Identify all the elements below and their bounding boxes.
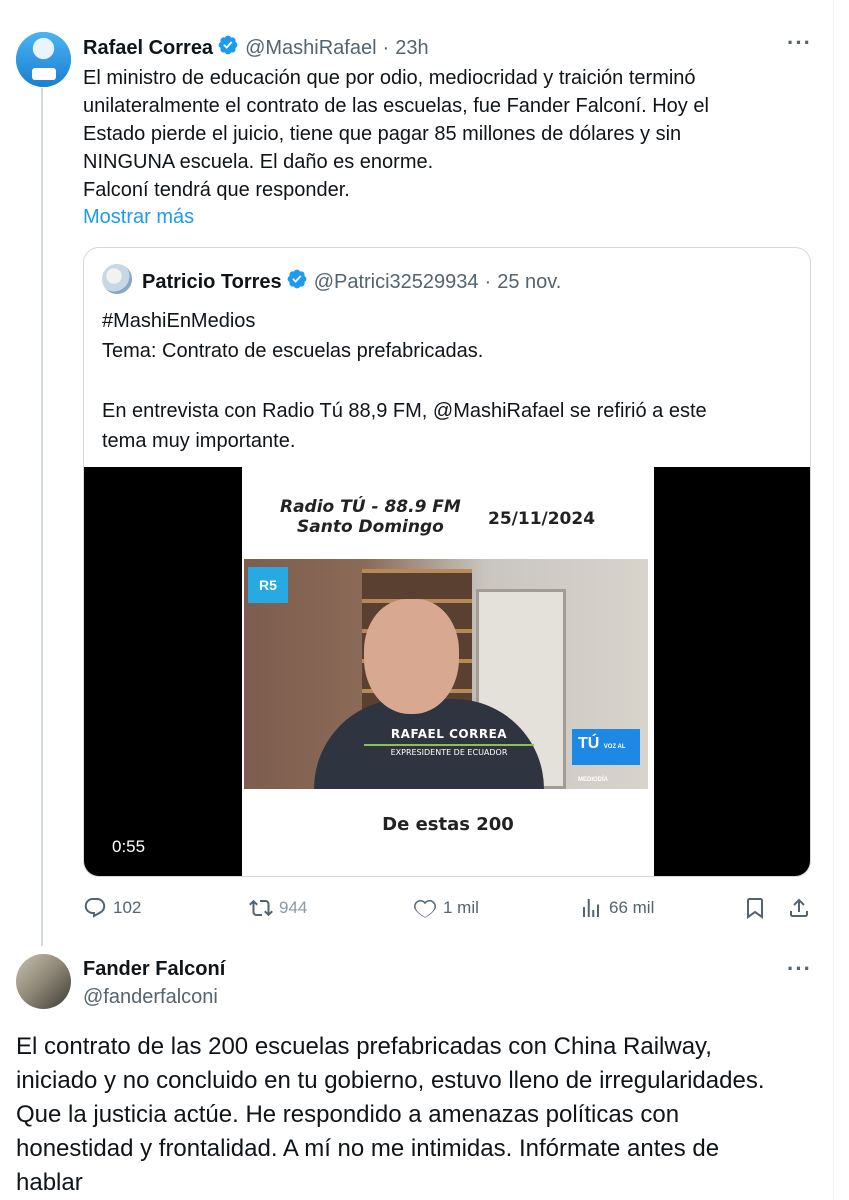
- repost-icon: [249, 899, 273, 917]
- repost-count: 944: [279, 898, 308, 917]
- verified-badge-icon: [286, 268, 308, 296]
- reply-count: 102: [113, 898, 142, 917]
- avatar[interactable]: [16, 32, 71, 87]
- avatar-badge: [32, 68, 56, 80]
- video-player[interactable]: Radio TÚ - 88.9 FM Santo Domingo 25/11/2…: [84, 467, 810, 876]
- thread-connector-line: [41, 88, 43, 946]
- quoted-tweet-text: #MashiEnMedios Tema: Contrato de escuela…: [102, 310, 707, 452]
- more-options-icon[interactable]: ···: [787, 956, 812, 982]
- separator-dot: ·: [382, 36, 390, 59]
- lower-third-name: RAFAEL CORREA: [390, 727, 508, 741]
- station-logo: TÚ VOZ AL MEDIODÍA: [572, 729, 640, 783]
- column-divider: [833, 0, 834, 1200]
- show-more-link[interactable]: Mostrar más: [83, 206, 194, 229]
- author-name[interactable]: Fander Falconí: [83, 958, 225, 981]
- video-scene: R5 RAFAEL CORREA EXPRESIDENTE DE ECUADOR…: [244, 559, 648, 789]
- channel-logo: R5: [248, 567, 288, 603]
- tweet-header: Rafael Correa @MashiRafael · 23h: [83, 34, 429, 62]
- timestamp[interactable]: 23h: [395, 37, 428, 60]
- views-count: 66 mil: [609, 898, 655, 917]
- share-icon: [790, 898, 808, 917]
- avatar[interactable]: [16, 954, 71, 1009]
- timestamp[interactable]: 25 nov.: [497, 271, 561, 294]
- reply-button[interactable]: 102: [83, 896, 141, 920]
- repost-button[interactable]: 944: [249, 896, 307, 920]
- author-handle[interactable]: @fanderfalconi: [83, 986, 218, 1009]
- lower-third-title: EXPRESIDENTE DE ECUADOR: [364, 744, 534, 757]
- video-caption: De estas 200: [382, 814, 514, 835]
- author-name[interactable]: Patricio Torres: [142, 271, 282, 294]
- bookmark-icon: [747, 898, 763, 919]
- video-duration: 0:55: [112, 837, 146, 856]
- share-button[interactable]: [787, 896, 817, 920]
- author-name[interactable]: Rafael Correa: [83, 37, 213, 60]
- reply-icon: [84, 898, 106, 918]
- like-button[interactable]: 1 mil: [413, 896, 479, 920]
- bookmark-button[interactable]: [743, 896, 773, 920]
- video-lower-third: RAFAEL CORREA EXPRESIDENTE DE ECUADOR: [364, 727, 534, 757]
- views-icon: [583, 899, 599, 917]
- video-date: 25/11/2024: [488, 509, 596, 529]
- video-radio-line1: Radio TÚ - 88.9 FM: [280, 497, 461, 517]
- station-logo-text: TÚ: [578, 735, 600, 752]
- reply-text: El contrato de las 200 escuelas prefabri…: [16, 1033, 765, 1196]
- action-bar: 102 944 1 mil 66 mil: [83, 896, 813, 922]
- avatar[interactable]: [102, 264, 132, 294]
- author-handle[interactable]: @Patrici32529934: [314, 271, 479, 294]
- video-frame: Radio TÚ - 88.9 FM Santo Domingo 25/11/2…: [242, 467, 654, 876]
- tweet-text: El ministro de educación que por odio, m…: [83, 67, 709, 201]
- speaker-head: [364, 599, 459, 714]
- author-handle[interactable]: @MashiRafael: [245, 37, 376, 60]
- like-count: 1 mil: [443, 898, 479, 917]
- separator-dot: ·: [484, 270, 492, 293]
- verified-badge-icon: [217, 34, 239, 62]
- heart-icon: [414, 899, 436, 918]
- quoted-tweet-header: Patricio Torres @Patrici32529934 · 25 no…: [142, 268, 561, 296]
- views-button[interactable]: 66 mil: [579, 896, 654, 920]
- quoted-tweet[interactable]: Patricio Torres @Patrici32529934 · 25 no…: [83, 247, 811, 877]
- more-options-icon[interactable]: ···: [787, 30, 812, 56]
- video-radio-line2: Santo Domingo: [297, 517, 444, 537]
- video-radio-caption: Radio TÚ - 88.9 FM Santo Domingo: [280, 497, 461, 537]
